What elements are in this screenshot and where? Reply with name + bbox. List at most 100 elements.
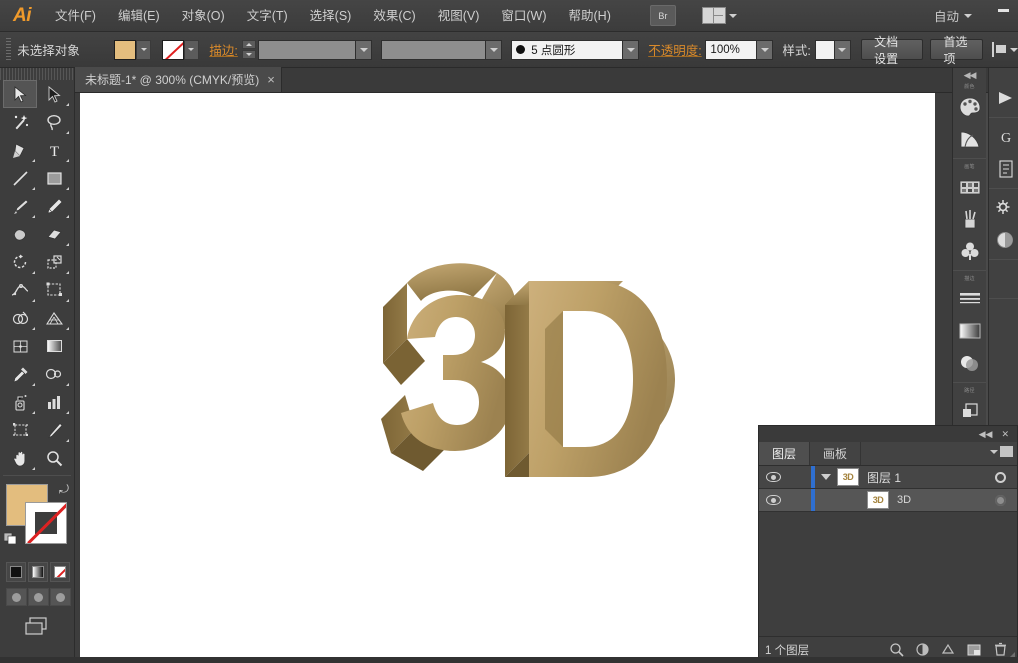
shape-builder-tool[interactable] bbox=[3, 304, 37, 332]
layers-panel-collapse-icon[interactable]: ◀◀ bbox=[979, 429, 993, 440]
column-graph-tool[interactable] bbox=[37, 388, 71, 416]
transparency-icon[interactable] bbox=[953, 347, 987, 379]
draw-inside-button[interactable] bbox=[50, 588, 71, 606]
free-transform-tool[interactable] bbox=[37, 276, 71, 304]
pathfinder-icon[interactable] bbox=[953, 395, 987, 427]
stroke-swatch-dropdown[interactable] bbox=[183, 39, 199, 60]
artwork-3d-text[interactable] bbox=[355, 243, 675, 483]
swatches-icon[interactable] bbox=[953, 171, 987, 203]
pen-tool[interactable] bbox=[3, 136, 37, 164]
document-setup-button[interactable]: 文档设置 bbox=[861, 35, 923, 66]
tools-panel-grip[interactable] bbox=[0, 68, 74, 80]
tab-artboards[interactable]: 画板 bbox=[810, 442, 862, 465]
variable-width-profile-dropdown[interactable] bbox=[486, 39, 503, 60]
layer-visibility-toggle[interactable] bbox=[759, 472, 787, 482]
rail-b-collapse-icon[interactable] bbox=[989, 68, 1018, 82]
rail-collapse-icon[interactable]: ◀◀ bbox=[953, 68, 986, 82]
align-objects-icon[interactable] bbox=[992, 42, 1007, 57]
menu-help[interactable]: 帮助(H) bbox=[558, 0, 622, 32]
align-icon[interactable] bbox=[989, 82, 1018, 114]
pencil-tool[interactable] bbox=[37, 192, 71, 220]
bridge-icon[interactable]: Br bbox=[649, 5, 676, 26]
eyedropper-tool[interactable] bbox=[3, 360, 37, 388]
opacity-label[interactable]: 不透明度: bbox=[648, 40, 701, 59]
color-mode-none-button[interactable] bbox=[50, 562, 70, 582]
opacity-dropdown[interactable] bbox=[757, 39, 774, 60]
direct-selection-tool[interactable] bbox=[37, 80, 71, 108]
slice-tool[interactable] bbox=[37, 416, 71, 444]
draw-normal-button[interactable] bbox=[6, 588, 27, 606]
variable-width-profile-field[interactable] bbox=[381, 39, 487, 60]
opacity-field[interactable]: 100% bbox=[705, 39, 758, 60]
layer-target-indicator[interactable] bbox=[983, 471, 1017, 483]
arrange-documents-button[interactable] bbox=[701, 7, 737, 24]
menu-file[interactable]: 文件(F) bbox=[44, 0, 107, 32]
align-chevron-down-icon[interactable] bbox=[1010, 47, 1018, 52]
stroke-icon[interactable] bbox=[953, 283, 987, 315]
object-visibility-toggle[interactable] bbox=[759, 495, 787, 505]
close-icon[interactable]: × bbox=[267, 72, 275, 87]
brush-definition-field[interactable]: 5 点圆形 bbox=[511, 39, 624, 60]
zoom-tool[interactable] bbox=[37, 444, 71, 472]
workspace-switcher-label[interactable]: 自动 bbox=[934, 6, 959, 25]
magic-wand-tool[interactable] bbox=[3, 108, 37, 136]
graphic-style-dropdown[interactable] bbox=[834, 39, 851, 60]
stroke-weight-dropdown[interactable] bbox=[356, 39, 373, 60]
layers-panel-close-icon[interactable]: ✕ bbox=[1001, 429, 1009, 440]
selection-tool[interactable] bbox=[3, 80, 37, 108]
object-name[interactable]: 3D bbox=[889, 494, 983, 506]
change-screen-mode-button[interactable] bbox=[0, 606, 74, 636]
menu-object[interactable]: 对象(O) bbox=[171, 0, 236, 32]
table-row[interactable]: 3D 图层 1 bbox=[759, 466, 1017, 489]
navigator-icon[interactable] bbox=[989, 263, 1018, 295]
fill-swatch-dropdown[interactable] bbox=[136, 39, 152, 60]
hand-tool[interactable] bbox=[3, 444, 37, 472]
gradient-tool[interactable] bbox=[37, 332, 71, 360]
graphic-styles-icon[interactable] bbox=[989, 224, 1018, 256]
color-palette-icon[interactable] bbox=[953, 91, 987, 123]
width-tool[interactable] bbox=[3, 276, 37, 304]
swap-fill-stroke-icon[interactable]: ⤾ bbox=[59, 482, 69, 497]
brushes-icon[interactable] bbox=[953, 203, 987, 235]
gradient-icon[interactable] bbox=[953, 315, 987, 347]
stroke-weight-stepper[interactable] bbox=[242, 40, 257, 59]
draw-behind-button[interactable] bbox=[28, 588, 49, 606]
minimize-button[interactable] bbox=[990, 0, 1016, 22]
type-tool[interactable]: T bbox=[37, 136, 71, 164]
menu-view[interactable]: 视图(V) bbox=[427, 0, 491, 32]
mesh-tool[interactable] bbox=[3, 332, 37, 360]
appearance-icon[interactable] bbox=[989, 192, 1018, 224]
layer-expand-toggle[interactable] bbox=[815, 474, 837, 480]
rotate-tool[interactable] bbox=[3, 248, 37, 276]
brush-definition-dropdown[interactable] bbox=[623, 39, 640, 60]
stroke-swatch[interactable] bbox=[25, 502, 67, 544]
document-info-icon[interactable] bbox=[989, 153, 1018, 185]
color-guide-icon[interactable] bbox=[953, 123, 987, 155]
menu-select[interactable]: 选择(S) bbox=[299, 0, 363, 32]
object-target-indicator[interactable] bbox=[983, 494, 1017, 506]
preferences-button[interactable]: 首选项 bbox=[930, 35, 984, 66]
perspective-grid-tool[interactable] bbox=[37, 304, 71, 332]
paintbrush-tool[interactable] bbox=[3, 192, 37, 220]
menu-effect[interactable]: 效果(C) bbox=[362, 0, 426, 32]
graphic-style-swatch[interactable] bbox=[814, 39, 835, 60]
workspace-chevron-down-icon[interactable] bbox=[964, 13, 972, 18]
blend-tool[interactable] bbox=[37, 360, 71, 388]
color-mode-solid-button[interactable] bbox=[6, 562, 26, 582]
default-fill-stroke-icon[interactable] bbox=[3, 530, 18, 545]
artboard-tool[interactable] bbox=[3, 416, 37, 444]
rectangle-tool[interactable] bbox=[37, 164, 71, 192]
table-row[interactable]: 3D 3D bbox=[759, 489, 1017, 512]
scale-tool[interactable] bbox=[37, 248, 71, 276]
eraser-tool[interactable] bbox=[37, 220, 71, 248]
lasso-tool[interactable] bbox=[37, 108, 71, 136]
transform-icon[interactable]: G bbox=[989, 121, 1018, 153]
document-tab[interactable]: 未标题-1* @ 300% (CMYK/预览) × bbox=[75, 67, 282, 92]
menu-edit[interactable]: 编辑(E) bbox=[107, 0, 171, 32]
tab-layers[interactable]: 图层 bbox=[759, 442, 811, 465]
blob-brush-tool[interactable] bbox=[3, 220, 37, 248]
fill-color-swatch[interactable] bbox=[114, 39, 137, 60]
stroke-color-swatch[interactable] bbox=[161, 39, 184, 60]
menu-window[interactable]: 窗口(W) bbox=[490, 0, 557, 32]
line-segment-tool[interactable] bbox=[3, 164, 37, 192]
